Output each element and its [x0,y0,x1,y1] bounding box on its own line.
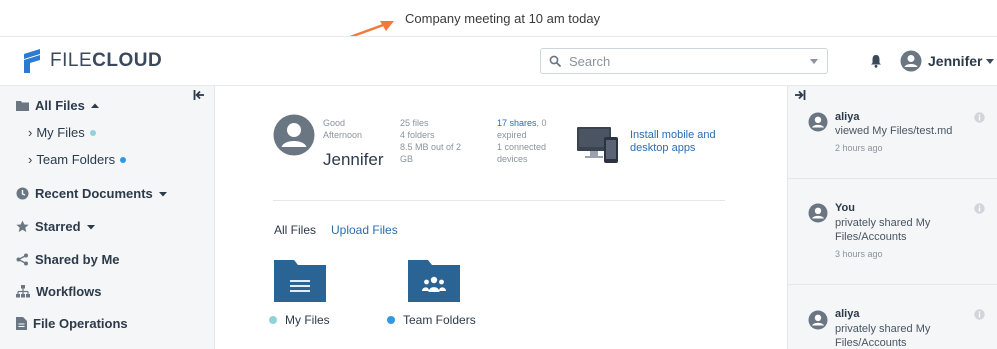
search-input[interactable] [569,53,789,69]
avatar-icon [808,310,828,330]
avatar-icon [900,50,922,72]
announcement-bar: Company meeting at 10 am today [0,0,997,46]
team-folders-folder-icon[interactable] [408,260,460,302]
share-icon [16,253,28,266]
workflow-icon [16,285,30,298]
status-dot [269,316,277,324]
sidebar-item-team-folders[interactable]: › Team Folders [28,152,127,167]
chevron-down-icon[interactable] [809,55,819,67]
sidebar-item-my-files[interactable]: › My Files [28,125,96,140]
activity-text: viewed My Files/test.md [835,125,953,137]
share-stats: 17 shares, 0 expired 1 connected devices [497,118,547,164]
sidebar-item-shared-by-me[interactable]: Shared by Me [16,252,120,267]
chevron-up-icon [90,103,99,108]
sidebar: All Files › My Files › Team Folders Recent… [0,86,215,349]
activity-user: You [835,202,855,214]
collapse-right-icon[interactable] [794,89,806,101]
storage-stats: 25 files 4 folders 8.5 MB out of 2 GB [400,118,462,164]
sidebar-item-workflows[interactable]: Workflows [16,284,102,299]
chevron-down-icon [86,224,95,229]
chevron-down-icon [986,59,995,64]
my-files-folder-icon[interactable] [274,260,326,302]
status-dot [120,156,127,163]
user-name: Jennifer [928,53,983,69]
announcement-text: Company meeting at 10 am today [405,11,601,26]
clock-icon [16,187,29,200]
devices-icon [577,127,618,163]
filecloud-logo[interactable]: FILECLOUD [22,47,162,75]
file-icon [16,317,27,330]
divider [273,200,725,201]
info-icon[interactable] [974,112,985,123]
avatar-icon [273,114,315,156]
avatar-icon [808,203,828,223]
sidebar-item-all-files[interactable]: All Files [16,98,106,113]
shares-link[interactable]: 17 shares [497,118,537,128]
sidebar-item-recent-documents[interactable]: Recent Documents [16,186,174,201]
divider [788,284,997,285]
divider [788,178,997,179]
folder-team-folders[interactable]: Team Folders [387,313,476,327]
activity-user: aliya [835,111,860,123]
logo-icon [24,49,40,73]
top-header: FILECLOUD Jennifer [0,36,997,86]
folder-icon [16,101,29,111]
info-icon[interactable] [974,203,985,214]
activity-panel: aliya viewed My Files/test.md 2 hours ag… [787,86,997,349]
chevron-down-icon [158,191,167,196]
sidebar-item-starred[interactable]: Starred [16,219,102,234]
install-apps-link[interactable]: Install mobile and desktop apps [630,129,730,155]
search-box[interactable] [540,48,828,74]
activity-text: privately shared My Files/Accounts [835,217,931,243]
info-icon[interactable] [974,309,985,320]
activity-text: privately shared My Files/Accounts [835,323,931,349]
activity-time: 3 hours ago [835,249,883,259]
search-icon [549,55,561,67]
status-dot [387,316,395,324]
greeting-name: Jennifer [323,150,384,169]
main-content: Good Afternoon Jennifer 25 files 4 folde… [215,86,787,349]
collapse-left-icon[interactable] [193,89,205,101]
avatar-icon [808,112,828,132]
folder-my-files[interactable]: My Files [269,313,330,327]
logo-text: FILECLOUD [50,50,163,71]
sidebar-item-file-operations[interactable]: File Operations [16,316,128,331]
star-icon [16,220,29,232]
greeting: Good Afternoon [323,118,363,140]
tab-all-files[interactable]: All Files [274,223,316,237]
user-menu[interactable]: Jennifer [900,50,995,72]
tab-upload-files[interactable]: Upload Files [331,223,398,237]
activity-time: 2 hours ago [835,143,883,153]
status-dot [89,129,96,136]
bell-icon[interactable] [870,54,882,68]
activity-user: aliya [835,308,860,320]
